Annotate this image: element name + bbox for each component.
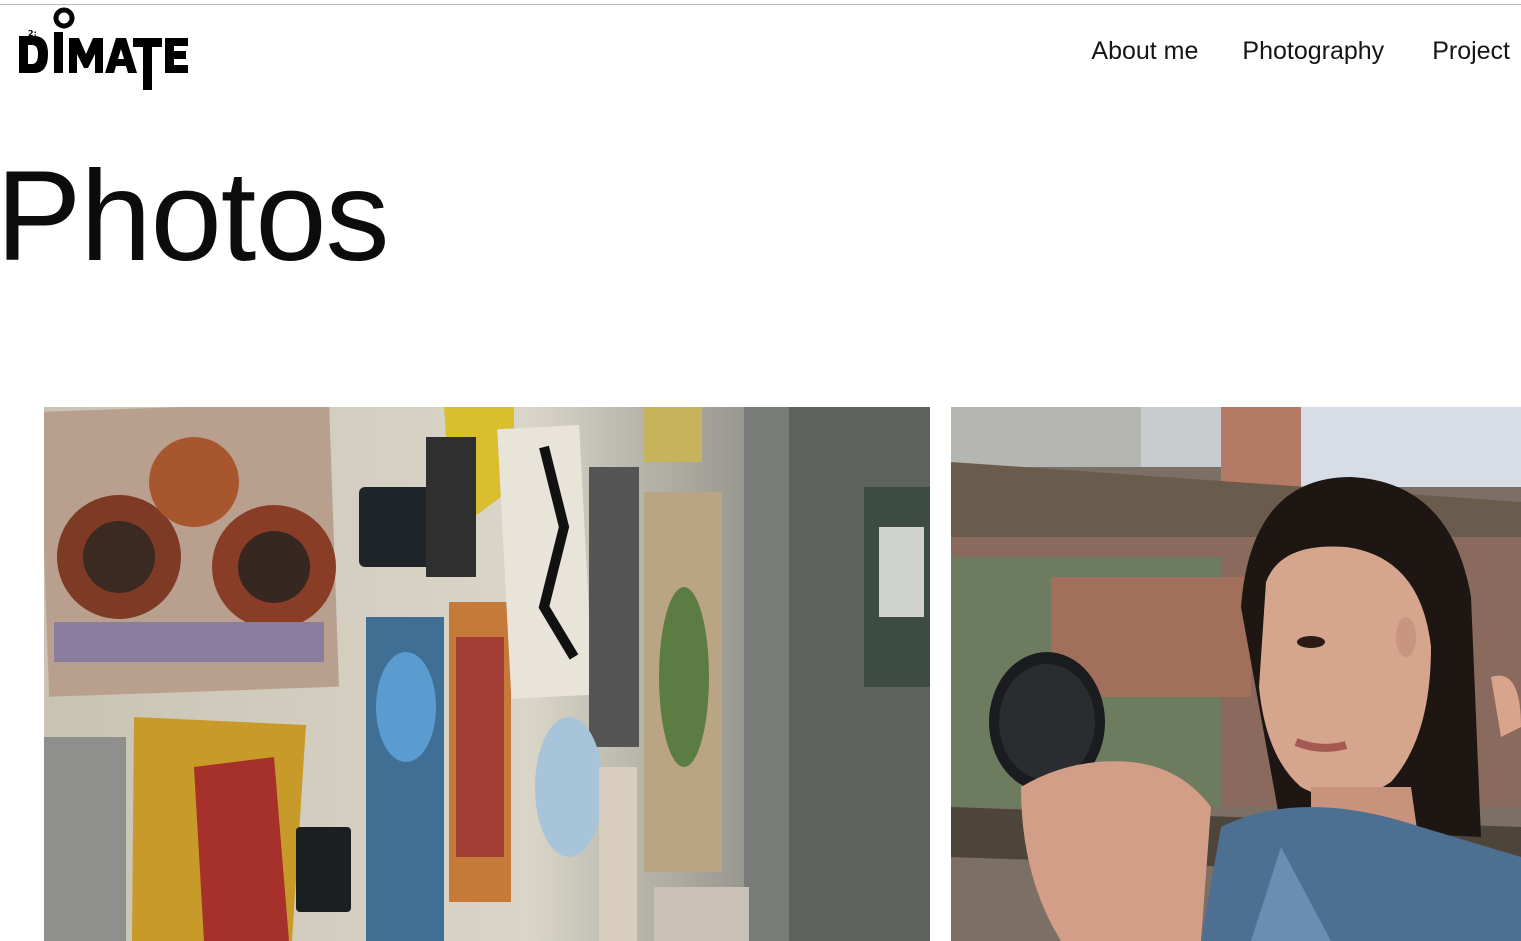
main-nav: About me Photography Project <box>1091 34 1510 68</box>
page: 2: About me Photography Project Photos <box>0 0 1521 941</box>
page-title: Photos <box>0 145 389 288</box>
nav-link-about[interactable]: About me <box>1091 34 1198 68</box>
site-logo[interactable]: 2: <box>16 6 196 92</box>
gallery-photo-portrait[interactable] <box>951 407 1521 941</box>
top-divider <box>0 4 1521 5</box>
gallery-photo-art-wall[interactable] <box>44 407 930 941</box>
portrait-photo-image <box>951 407 1521 941</box>
nav-link-photography[interactable]: Photography <box>1242 34 1384 68</box>
art-wall-photo-image <box>44 407 930 941</box>
nav-link-project[interactable]: Project <box>1432 34 1510 68</box>
